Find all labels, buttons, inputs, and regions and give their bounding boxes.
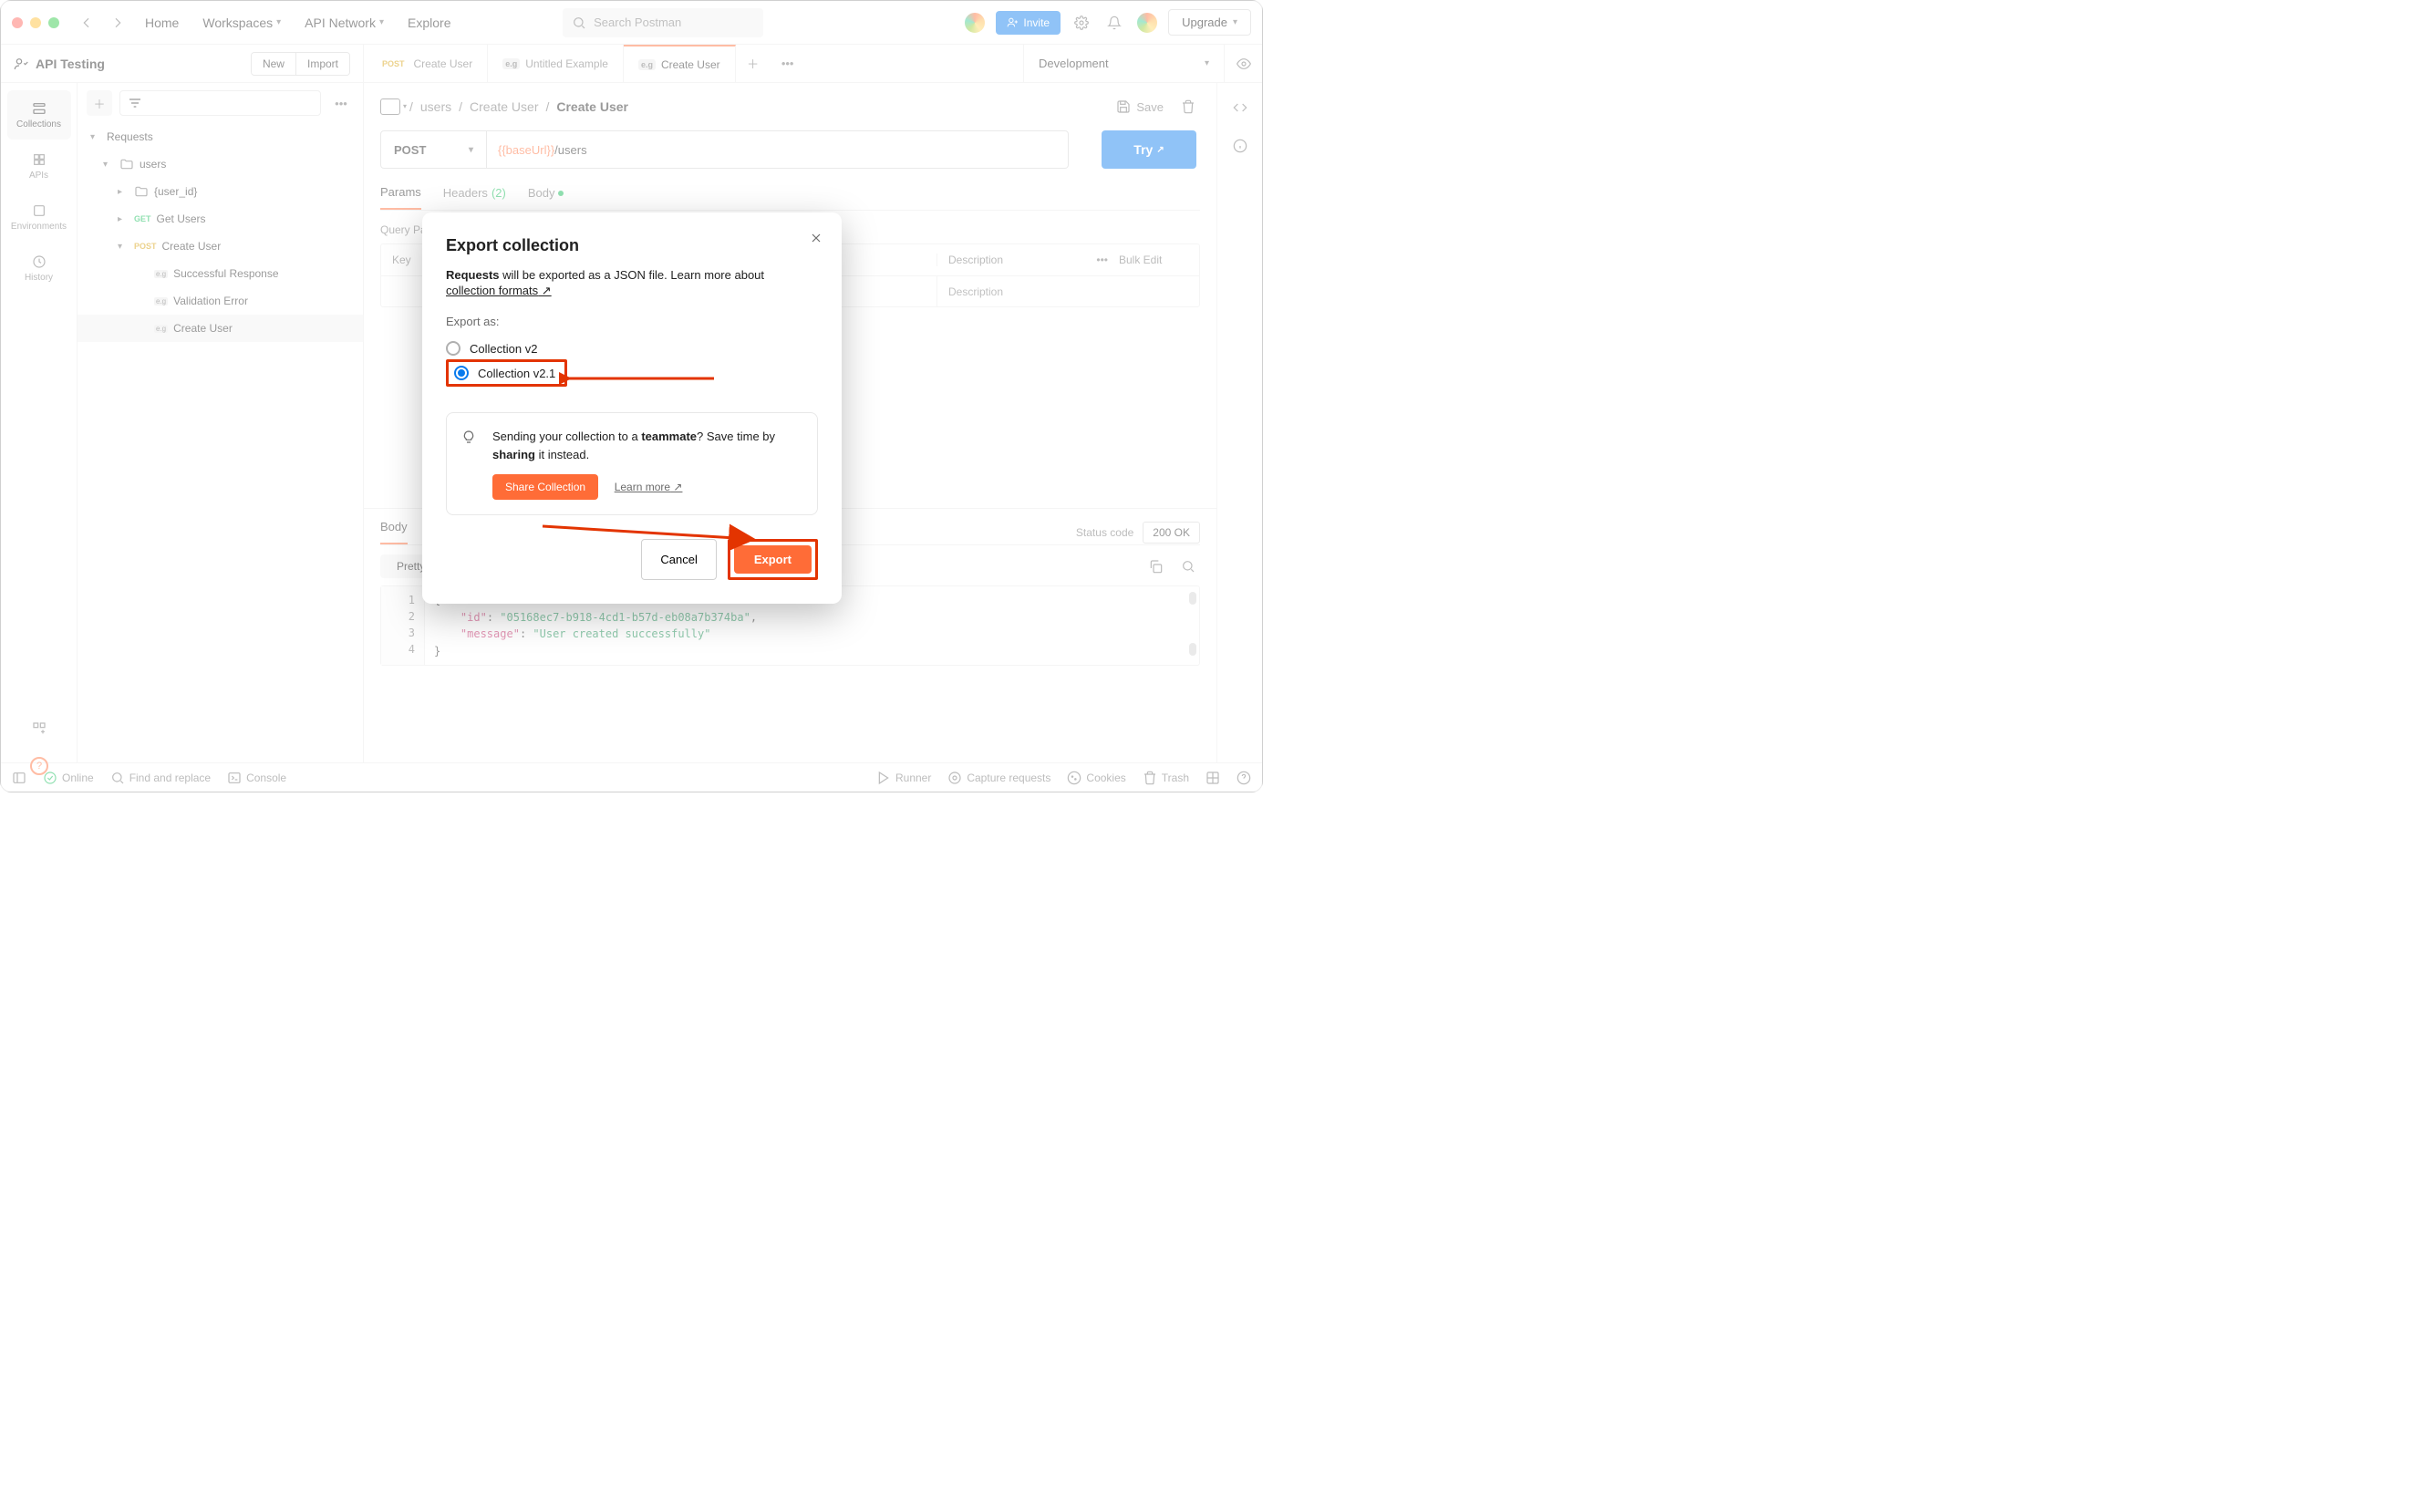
cancel-button[interactable]: Cancel (641, 539, 716, 580)
modal-title: Export collection (446, 236, 818, 255)
modal-close-button[interactable] (809, 231, 823, 248)
radio-icon (454, 366, 469, 380)
modal-description: Requests will be exported as a JSON file… (446, 268, 818, 282)
export-button[interactable]: Export (734, 545, 812, 574)
annotation-highlight-v21: Collection v2.1 (446, 359, 567, 387)
share-collection-button[interactable]: Share Collection (492, 474, 598, 500)
share-tip-box: Sending your collection to a teammate? S… (446, 412, 818, 515)
radio-collection-v21[interactable]: Collection v2.1 (454, 366, 555, 380)
modal-footer: Cancel Export (446, 539, 818, 580)
export-collection-modal: Export collection Requests will be expor… (422, 212, 842, 604)
lightbulb-icon (461, 430, 480, 448)
export-as-label: Export as: (446, 315, 818, 328)
radio-icon (446, 341, 460, 356)
learn-more-link[interactable]: Learn more ↗ (615, 481, 683, 493)
collection-formats-link[interactable]: collection formats ↗ (446, 284, 552, 297)
tip-text: Sending your collection to a teammate? S… (492, 428, 802, 500)
annotation-highlight-export: Export (728, 539, 818, 580)
radio-collection-v2[interactable]: Collection v2 (446, 337, 818, 359)
